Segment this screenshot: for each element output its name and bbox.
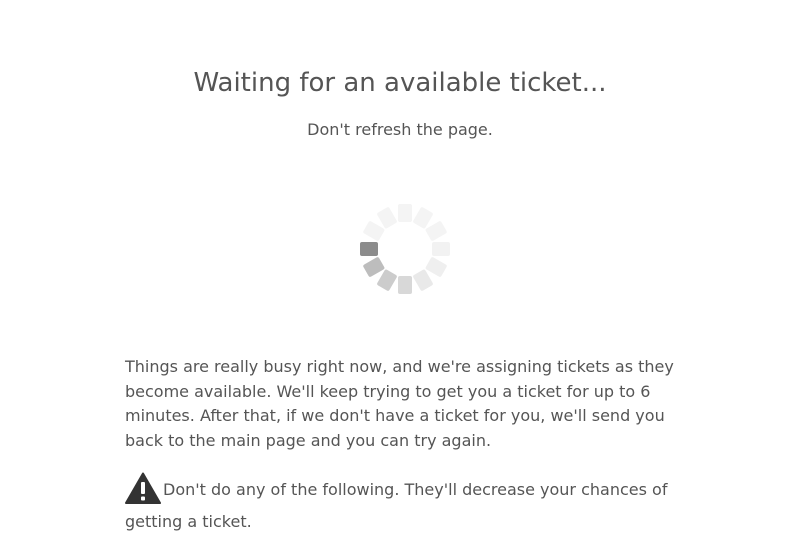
spinner-segment <box>425 257 447 277</box>
warning-text: Don't do any of the following. They'll d… <box>125 480 668 531</box>
spinner-segment <box>432 242 450 256</box>
warning-message: Don't do any of the following. They'll d… <box>125 472 685 538</box>
spinner-segment <box>363 221 385 241</box>
spinner-segment <box>363 257 385 277</box>
spinner-segment <box>398 276 412 294</box>
warning-triangle-icon <box>125 472 161 504</box>
loading-spinner-icon <box>360 204 450 294</box>
spinner-segment <box>377 207 397 229</box>
description-text: Things are really busy right now, and we… <box>125 357 674 450</box>
spinner-segment <box>377 269 397 291</box>
spinner-segment <box>413 269 433 291</box>
page-subtitle: Don't refresh the page. <box>307 120 493 139</box>
spinner-segment <box>398 204 412 222</box>
page-title: Waiting for an available ticket... <box>193 68 607 98</box>
spinner-segment <box>413 207 433 229</box>
spinner-segment <box>360 242 378 256</box>
spinner-segment <box>425 221 447 241</box>
